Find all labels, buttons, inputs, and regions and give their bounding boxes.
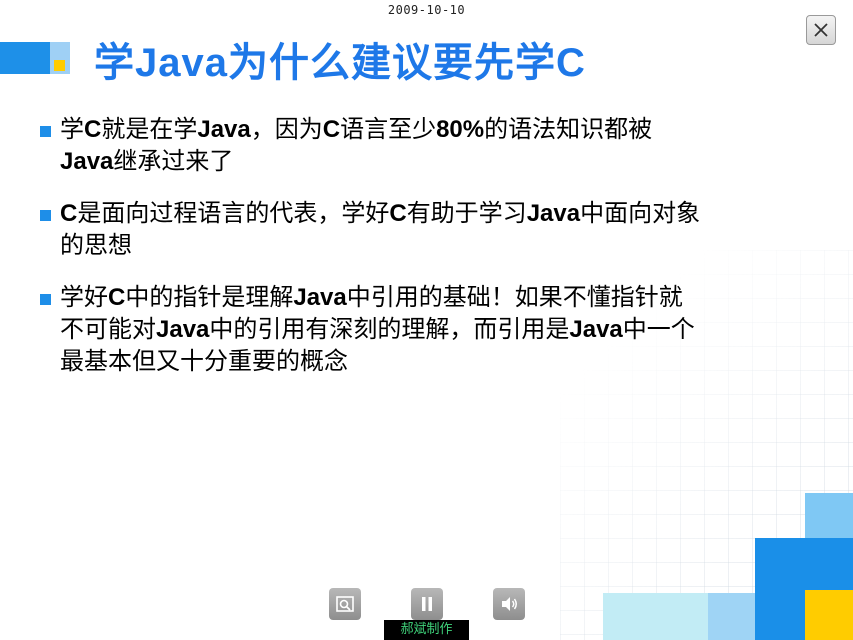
bullet-line: 的思想 xyxy=(60,232,132,259)
close-button[interactable] xyxy=(806,15,836,45)
sound-button[interactable] xyxy=(493,588,525,620)
bullet-line: 学C就是在学Java，因为C语言至少80%的语法知识都被 xyxy=(60,116,653,143)
decor-square xyxy=(805,590,853,640)
bullet-line: 学好C中的指针是理解Java中引用的基础！如果不懂指针就 xyxy=(60,284,683,311)
speaker-icon xyxy=(502,597,517,611)
pause-icon xyxy=(422,597,432,611)
bullet-item: 学C就是在学Java，因为C语言至少80%的语法知识都被 Java继承过来了 xyxy=(40,114,830,178)
decor-square xyxy=(805,493,853,538)
decor-square xyxy=(755,590,805,640)
bullet-list: 学C就是在学Java，因为C语言至少80%的语法知识都被 Java继承过来了 C… xyxy=(40,114,830,398)
slide-title: 学Java为什么建议要先学C xyxy=(94,41,586,85)
zoom-button[interactable] xyxy=(329,588,361,620)
bullet-line: C是面向过程语言的代表，学好C有助于学习Java中面向对象 xyxy=(60,200,701,227)
bullet-line: 不可能对Java中的引用有深刻的理解，而引用是Java中一个 xyxy=(60,316,695,343)
close-icon xyxy=(814,23,828,37)
decor-square xyxy=(708,593,755,640)
bullet-line: 最基本但又十分重要的概念 xyxy=(60,348,348,375)
bullet-item: 学好C中的指针是理解Java中引用的基础！如果不懂指针就 不可能对Java中的引… xyxy=(40,282,830,378)
slide: 2009-10-10 学Java为什么建议要先学C 学C就是在学Java，因为C… xyxy=(0,0,853,640)
bullet-marker xyxy=(40,210,51,221)
bullet-line: Java继承过来了 xyxy=(60,148,234,175)
decor-square xyxy=(603,593,708,640)
title-accent-bar xyxy=(0,42,70,74)
decor-square xyxy=(755,538,853,590)
credit-label: 郝斌制作 xyxy=(384,620,469,640)
pause-button[interactable] xyxy=(411,588,443,620)
bullet-marker xyxy=(40,126,51,137)
date-label: 2009-10-10 xyxy=(387,3,466,17)
bullet-item: C是面向过程语言的代表，学好C有助于学习Java中面向对象 的思想 xyxy=(40,198,830,262)
zoom-icon xyxy=(336,596,354,612)
bullet-marker xyxy=(40,294,51,305)
